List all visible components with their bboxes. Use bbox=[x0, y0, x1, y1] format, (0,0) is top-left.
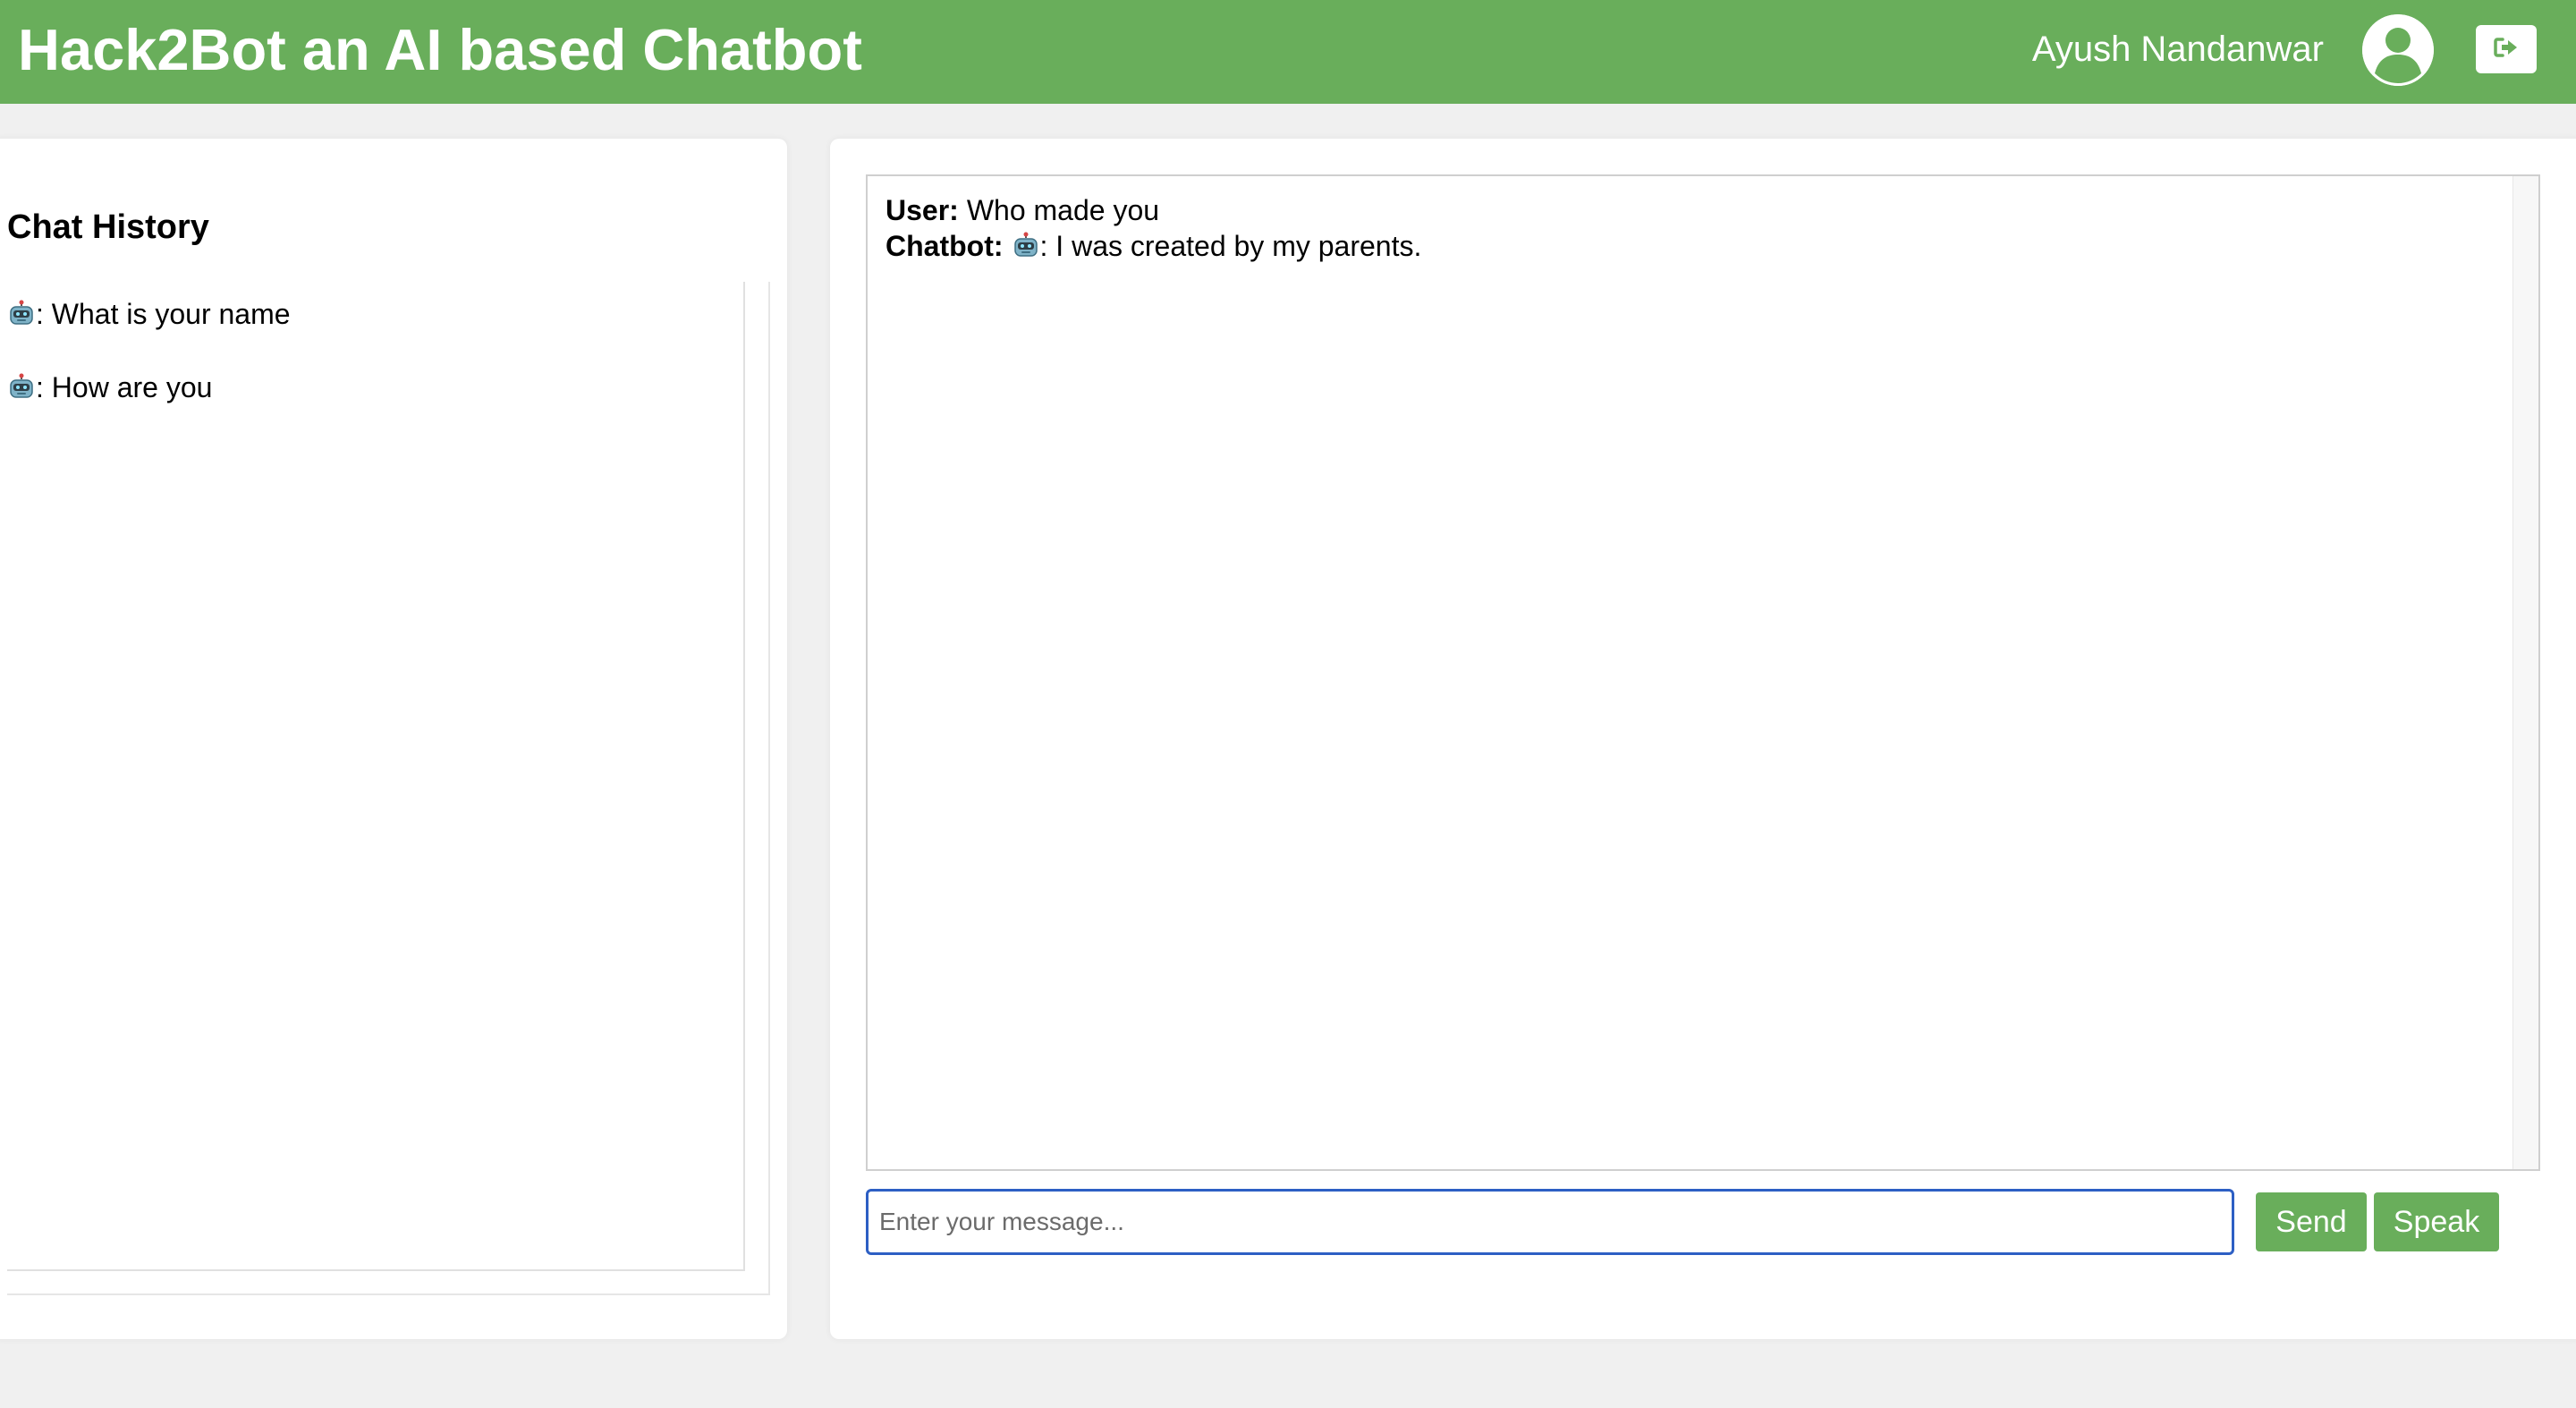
robot-icon bbox=[7, 373, 36, 402]
chat-history-item-separator: : bbox=[36, 298, 44, 330]
message-text: : I was created by my parents. bbox=[1039, 230, 1422, 262]
sign-out-icon bbox=[2494, 37, 2519, 63]
message-speaker: User: bbox=[886, 194, 959, 226]
message-text: Who made you bbox=[966, 194, 1160, 226]
chat-history-item[interactable]: : How are you bbox=[7, 369, 212, 405]
message-speaker: Chatbot: bbox=[886, 230, 1004, 262]
chatbot-message: Chatbot: : I was created by my parents. bbox=[886, 228, 1421, 264]
chat-history-title: Chat History bbox=[7, 208, 209, 246]
chat-history-item-separator: : bbox=[36, 371, 44, 403]
chat-history-item[interactable]: : What is your name bbox=[7, 296, 291, 332]
robot-icon bbox=[7, 300, 36, 328]
chat-history-item-text: How are you bbox=[43, 371, 213, 403]
chat-messages-scrollbar[interactable] bbox=[2512, 176, 2538, 1169]
chat-history-panel: Chat History : What is your name: How a… bbox=[0, 139, 787, 1339]
robot-icon bbox=[1012, 232, 1040, 260]
speak-button[interactable]: Speak bbox=[2374, 1192, 2499, 1251]
user-name: Ayush Nandanwar bbox=[2031, 30, 2324, 69]
logout-button[interactable] bbox=[2476, 25, 2537, 73]
chat-panel: User: Who made you Chatbot: : I was crea… bbox=[830, 139, 2576, 1339]
chat-history-scroll-area[interactable] bbox=[7, 282, 770, 1295]
message-input[interactable] bbox=[866, 1189, 2234, 1255]
app-title: Hack2Bot an AI based Chatbot bbox=[18, 17, 862, 82]
user-message: User: Who made you bbox=[886, 192, 1159, 228]
user-avatar-icon[interactable] bbox=[2362, 14, 2434, 86]
app-header: Hack2Bot an AI based Chatbot Ayush Nanda… bbox=[0, 0, 2576, 104]
chat-history-item-text: What is your name bbox=[43, 298, 291, 330]
send-button[interactable]: Send bbox=[2256, 1192, 2367, 1251]
chat-history-list bbox=[7, 282, 745, 1271]
chat-messages-box[interactable]: User: Who made you Chatbot: : I was crea… bbox=[866, 174, 2540, 1171]
